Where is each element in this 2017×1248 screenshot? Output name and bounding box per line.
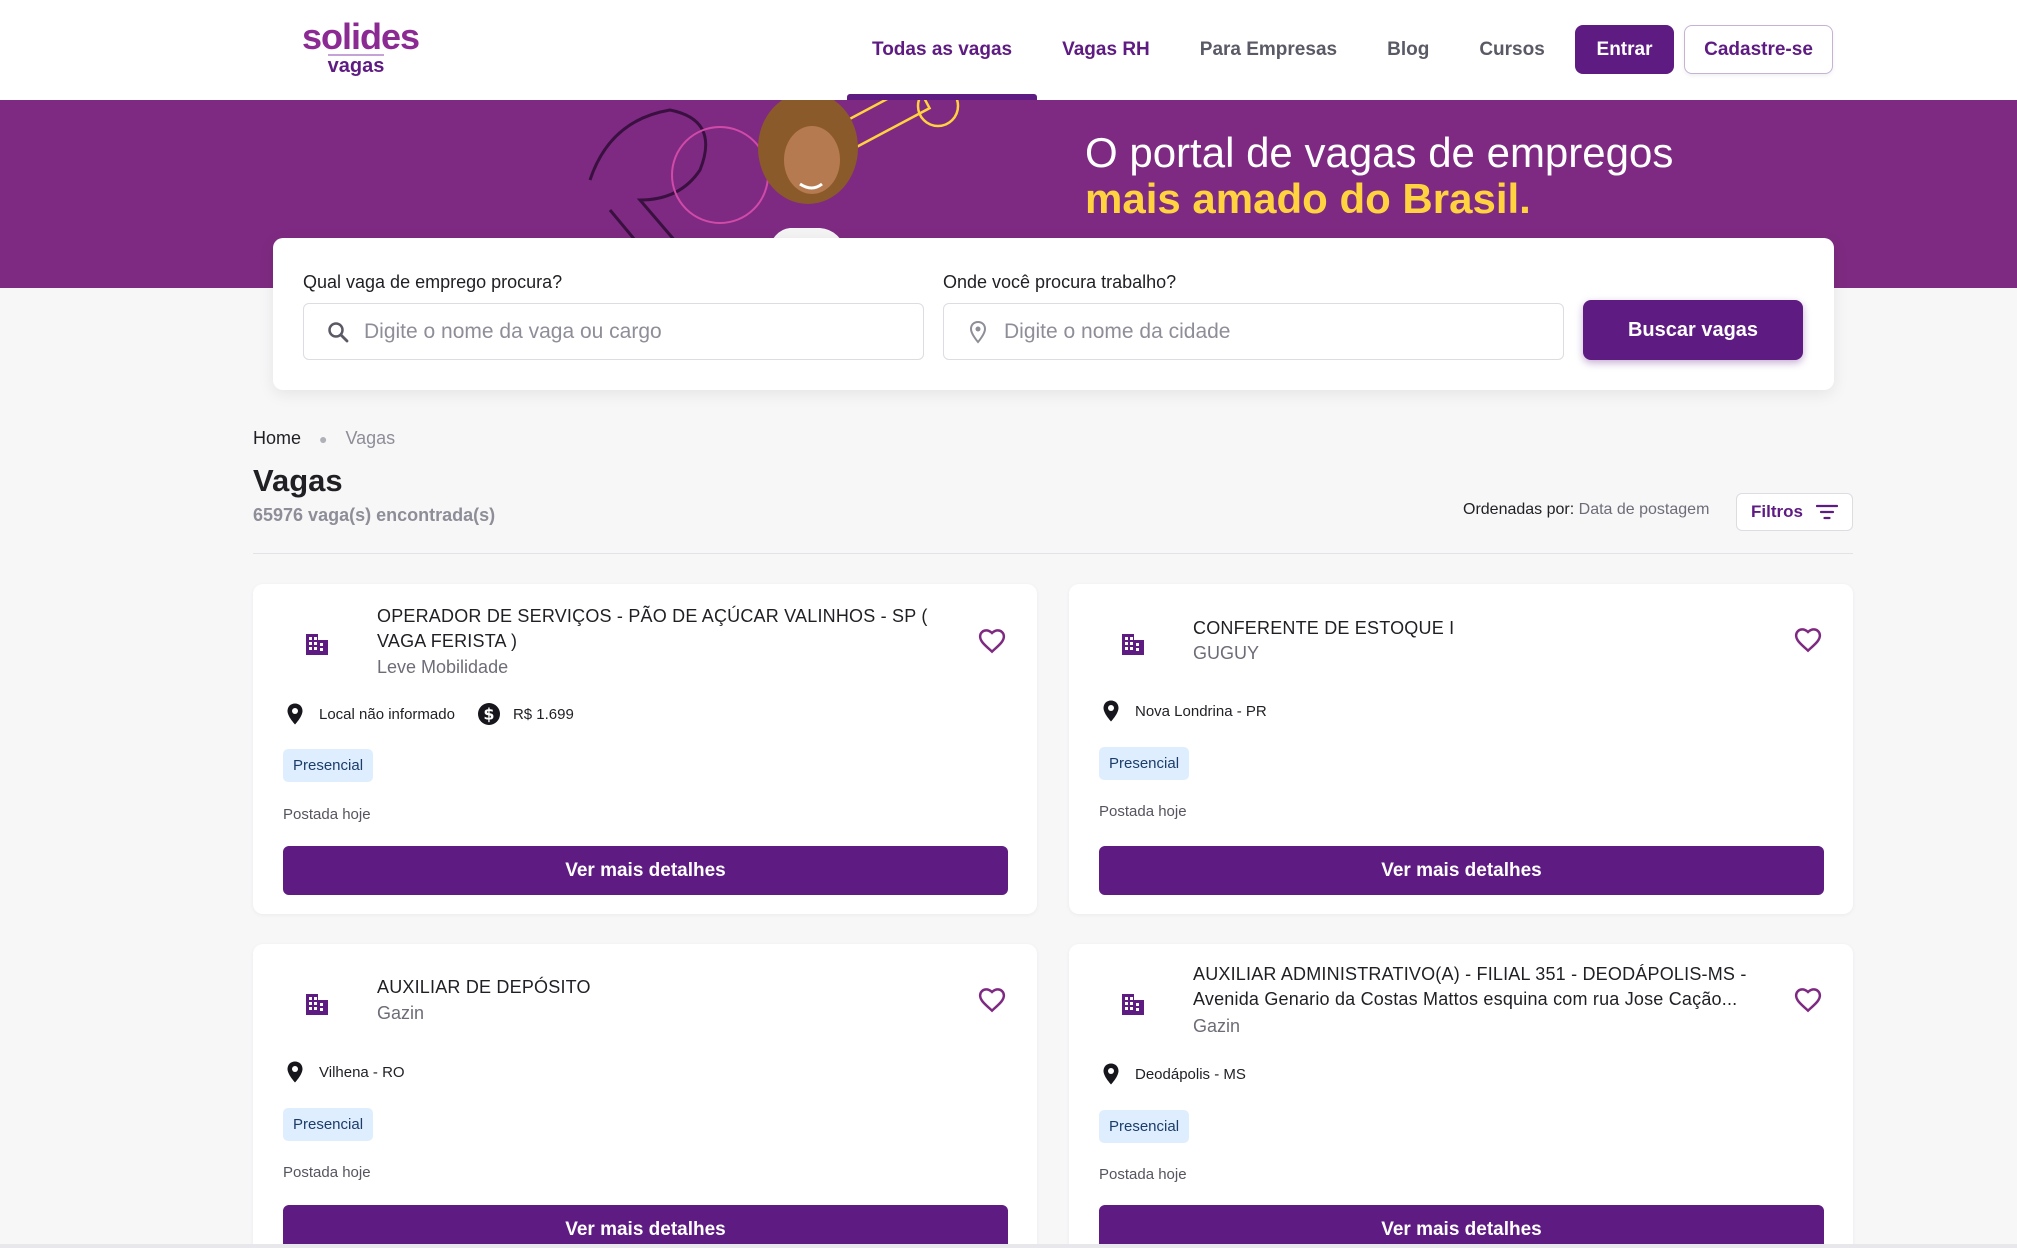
filters-button[interactable]: Filtros <box>1736 493 1853 531</box>
job-card[interactable]: OPERADOR DE SERVIÇOS - PÃO DE AÇÚCAR VAL… <box>253 584 1037 914</box>
job-card[interactable]: AUXILIAR ADMINISTRATIVO(A) - FILIAL 351 … <box>1069 944 1853 1248</box>
city-search-placeholder: Digite o nome da cidade <box>1004 319 1231 343</box>
favorite-heart-icon[interactable] <box>977 626 1007 656</box>
breadcrumb-home[interactable]: Home <box>253 428 301 449</box>
nav-courses[interactable]: Cursos <box>1454 0 1569 100</box>
job-search-placeholder: Digite o nome da vaga ou cargo <box>364 319 662 343</box>
search-icon <box>328 321 349 342</box>
favorite-heart-icon[interactable] <box>1793 985 1823 1015</box>
location-pin-icon <box>1103 1063 1119 1085</box>
viewport-bottom-edge <box>0 1244 2017 1248</box>
work-mode-badge: Presencial <box>1099 1110 1190 1143</box>
top-navbar: solides vagas Todas as vagas Vagas RH Pa… <box>0 0 2017 100</box>
job-card[interactable]: AUXILIAR DE DEPÓSITO Gazin Vilhena - RO … <box>253 944 1037 1248</box>
breadcrumb-current: Vagas <box>345 428 396 448</box>
job-meta-row: Vilhena - RO <box>283 1060 405 1084</box>
results-count: 65976 vaga(s) encontrada(s) <box>253 505 496 525</box>
nav-blog[interactable]: Blog <box>1362 0 1454 100</box>
sort-value: Data de postagem <box>1578 501 1710 518</box>
job-location: Local não informado <box>319 705 455 723</box>
svg-text:$: $ <box>483 705 494 724</box>
job-meta-row: Local não informado $ R$ 1.699 <box>283 702 574 726</box>
hero-line-1: O portal de vagas de empregos <box>1085 129 1674 176</box>
filter-icon <box>1816 504 1838 520</box>
nav-hr-jobs[interactable]: Vagas RH <box>1037 0 1175 100</box>
job-company: Gazin <box>1193 1016 1241 1036</box>
job-location: Vilhena - RO <box>319 1063 405 1081</box>
location-pin-icon <box>287 1061 303 1083</box>
favorite-heart-icon[interactable] <box>1793 625 1823 655</box>
main-nav: Todas as vagas Vagas RH Para Empresas Bl… <box>847 0 1570 100</box>
job-title[interactable]: AUXILIAR DE DEPÓSITO <box>377 975 937 1000</box>
work-mode-badge: Presencial <box>283 1108 374 1141</box>
job-location: Nova Londrina - PR <box>1135 702 1267 720</box>
view-details-button[interactable]: Ver mais detalhes <box>1099 846 1824 895</box>
job-company: Gazin <box>377 1003 425 1023</box>
search-card: Qual vaga de emprego procura? Digite o n… <box>273 238 1834 390</box>
job-meta-row: Deodápolis - MS <box>1099 1062 1246 1086</box>
city-search-input[interactable]: Digite o nome da cidade <box>943 303 1564 360</box>
work-mode-badge: Presencial <box>283 749 374 782</box>
nav-for-companies[interactable]: Para Empresas <box>1175 0 1362 100</box>
view-details-button[interactable]: Ver mais detalhes <box>1099 1205 1824 1248</box>
hero-headline: O portal de vagas de empregos mais amado… <box>1085 130 1673 222</box>
posted-date: Postada hoje <box>283 806 371 823</box>
building-icon <box>306 994 328 1015</box>
job-company: GUGUY <box>1193 643 1260 663</box>
job-search-label: Qual vaga de emprego procura? <box>303 272 563 292</box>
divider <box>253 553 1853 554</box>
breadcrumb-separator: ● <box>319 430 328 447</box>
job-location: Deodápolis - MS <box>1135 1065 1246 1083</box>
map-pin-icon <box>969 320 987 344</box>
location-pin-icon <box>1103 700 1119 722</box>
sort-indicator[interactable]: Ordenadas por: Data de postagem <box>1463 501 1709 519</box>
job-salary: R$ 1.699 <box>512 705 574 723</box>
hero-line-2: mais amado do Brasil. <box>1085 175 1531 222</box>
view-details-button[interactable]: Ver mais detalhes <box>283 1205 1008 1248</box>
job-company: Leve Mobilidade <box>377 657 509 677</box>
breadcrumb: Home ● Vagas <box>253 428 395 449</box>
page-title: Vagas <box>253 463 343 498</box>
posted-date: Postada hoje <box>1099 1166 1187 1183</box>
job-title[interactable]: CONFERENTE DE ESTOQUE I <box>1193 616 1753 641</box>
posted-date: Postada hoje <box>1099 803 1187 820</box>
salary-dollar-icon: $ <box>477 703 500 725</box>
logo-subtitle: vagas <box>327 54 385 77</box>
posted-date: Postada hoje <box>283 1164 371 1181</box>
building-icon <box>1122 634 1144 655</box>
signup-button[interactable]: Cadastre-se <box>1684 25 1833 74</box>
logo-wordmark: solides <box>302 16 420 57</box>
login-button[interactable]: Entrar <box>1575 25 1674 74</box>
filters-label: Filtros <box>1751 502 1803 521</box>
sort-label: Ordenadas por: <box>1463 501 1575 518</box>
solides-logo[interactable]: solides vagas <box>302 16 420 77</box>
building-icon <box>1122 994 1144 1015</box>
search-jobs-button[interactable]: Buscar vagas <box>1583 300 1803 360</box>
favorite-heart-icon[interactable] <box>977 985 1007 1015</box>
view-details-button[interactable]: Ver mais detalhes <box>283 846 1008 895</box>
job-title[interactable]: AUXILIAR ADMINISTRATIVO(A) - FILIAL 351 … <box>1193 962 1753 1012</box>
nav-all-jobs[interactable]: Todas as vagas <box>847 0 1038 100</box>
location-pin-icon <box>287 703 303 725</box>
building-icon <box>306 634 328 655</box>
work-mode-badge: Presencial <box>1099 747 1190 780</box>
job-card[interactable]: CONFERENTE DE ESTOQUE I GUGUY Nova Londr… <box>1069 584 1853 914</box>
job-search-input[interactable]: Digite o nome da vaga ou cargo <box>303 303 924 360</box>
job-title[interactable]: OPERADOR DE SERVIÇOS - PÃO DE AÇÚCAR VAL… <box>377 604 937 654</box>
city-search-label: Onde você procura trabalho? <box>943 272 1177 292</box>
job-meta-row: Nova Londrina - PR <box>1099 699 1267 723</box>
